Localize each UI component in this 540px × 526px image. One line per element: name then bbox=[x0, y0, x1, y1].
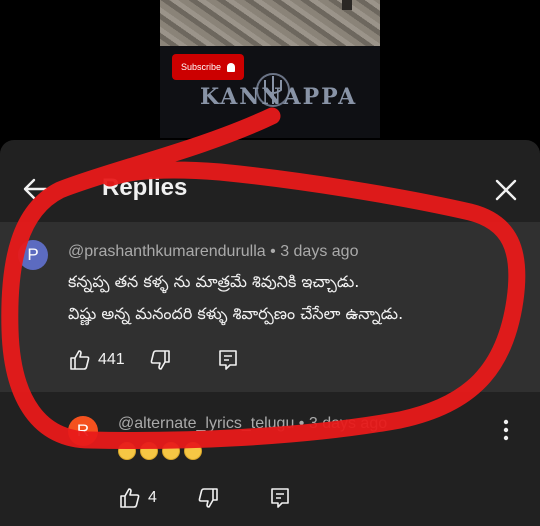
panel-title: Replies bbox=[102, 174, 188, 201]
like-count: 4 bbox=[148, 489, 157, 506]
channel-banner: Subscribe KANNAPPA bbox=[160, 46, 380, 138]
reply-meta: @alternate_lyrics_telugu • 3 days ago bbox=[118, 415, 387, 433]
video-thumbnail[interactable] bbox=[160, 0, 380, 46]
emoji-icon bbox=[118, 442, 136, 460]
close-icon[interactable] bbox=[492, 176, 520, 204]
dislike-button[interactable] bbox=[148, 348, 172, 372]
thumbs-up-icon bbox=[120, 488, 140, 508]
comment-author[interactable]: @prashanthkumarendurulla bbox=[68, 243, 266, 260]
reply-comment-icon bbox=[271, 488, 289, 508]
movie-logo: KANNAPPA bbox=[200, 84, 358, 110]
more-options-icon[interactable] bbox=[496, 418, 516, 442]
emoji-icon bbox=[162, 442, 180, 460]
emoji-icon bbox=[184, 442, 202, 460]
thumbs-down-icon bbox=[198, 488, 218, 508]
like-count: 441 bbox=[98, 351, 125, 368]
meta-separator: • bbox=[298, 415, 309, 432]
reply-emoji-row bbox=[118, 442, 202, 460]
comment-text-line: కన్నప్ప తన కళ్ళ ను మాత్రమే శివునికి ఇచ్చ… bbox=[68, 272, 360, 291]
avatar[interactable]: P bbox=[18, 240, 48, 270]
reply-button[interactable] bbox=[216, 348, 240, 372]
comment-meta: @prashanthkumarendurulla • 3 days ago bbox=[68, 243, 358, 261]
thumbs-up-icon bbox=[70, 350, 90, 370]
reply-button[interactable] bbox=[268, 486, 292, 510]
comment-text-line: విష్ణు అన్న మనందరి కళ్ళు శివార్పణం చేసేల… bbox=[68, 304, 404, 323]
reply-comment-icon bbox=[219, 350, 237, 370]
reply-author[interactable]: @alternate_lyrics_telugu bbox=[118, 415, 294, 432]
dislike-button[interactable] bbox=[196, 486, 220, 510]
replies-panel: Replies bbox=[0, 140, 540, 526]
back-arrow-icon[interactable] bbox=[20, 174, 50, 204]
reply-time: 3 days ago bbox=[308, 415, 388, 432]
thumbs-down-icon bbox=[150, 350, 170, 370]
like-button[interactable]: 441 bbox=[68, 348, 125, 372]
panel-header: Replies bbox=[0, 140, 540, 222]
like-button[interactable]: 4 bbox=[118, 486, 157, 510]
emoji-icon bbox=[140, 442, 158, 460]
meta-separator: • bbox=[270, 243, 281, 260]
comment-time: 3 days ago bbox=[280, 243, 359, 260]
avatar[interactable]: R bbox=[68, 416, 98, 446]
